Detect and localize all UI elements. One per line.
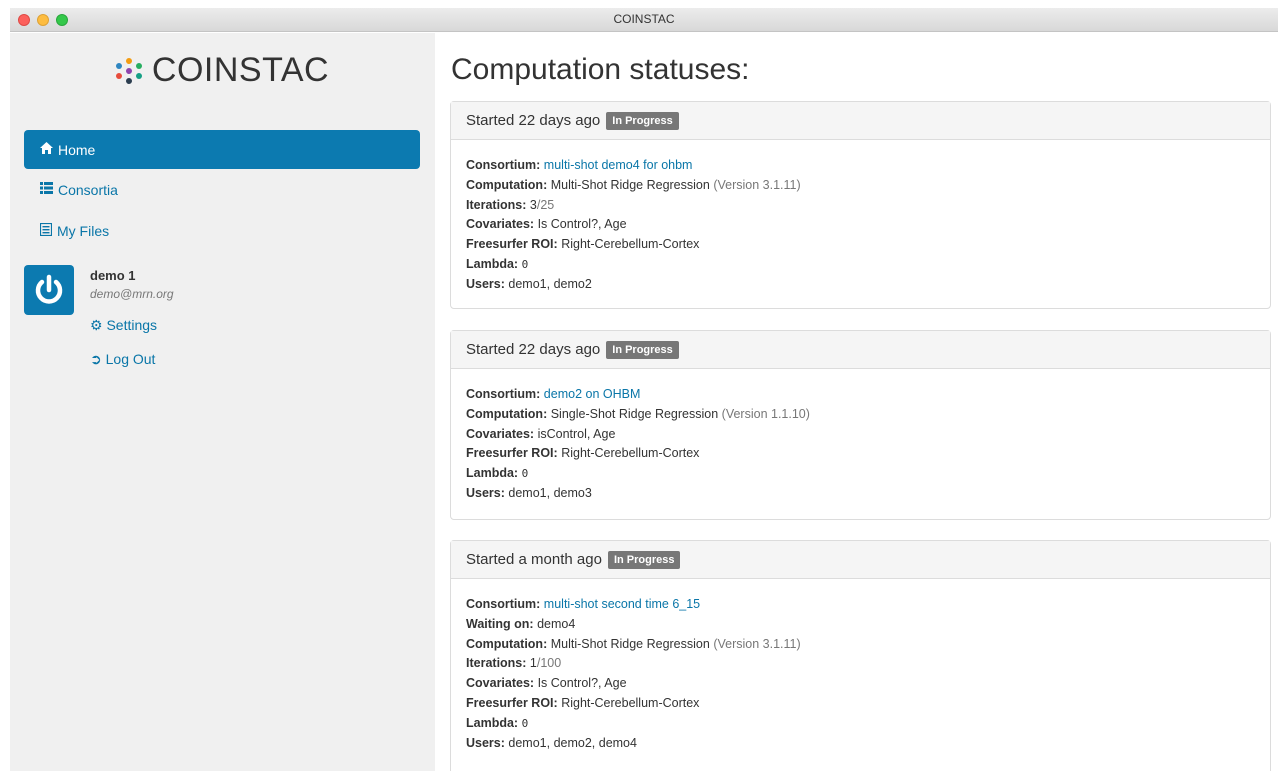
users-value: demo1, demo3 (508, 485, 592, 500)
files-icon (39, 222, 53, 239)
user-panel: demo 1 demo@mrn.org ⚙ Settings ➲ Log Out (24, 265, 424, 375)
computation-name: Multi-Shot Ridge Regression (550, 636, 710, 651)
user-email: demo@mrn.org (90, 287, 174, 301)
covariates-value: Is Control?, Age (537, 676, 627, 691)
consortium-link[interactable]: multi-shot demo4 for ohbm (544, 158, 693, 172)
roi-value: Right-Cerebellum-Cortex (561, 695, 700, 710)
field-label: Lambda: (466, 715, 519, 730)
iterations-done: 3 (529, 197, 537, 212)
field-label: Freesurfer ROI: (466, 446, 558, 461)
field-label: Users: (466, 735, 505, 750)
field-label: Iterations: (466, 197, 527, 212)
computation-name: Multi-Shot Ridge Regression (550, 177, 710, 192)
waiting-on-value: demo4 (537, 616, 576, 631)
field-label: Lambda: (466, 256, 519, 271)
field-label: Consortium: (466, 387, 541, 401)
status-badge: In Progress (606, 340, 679, 359)
gear-icon: ⚙ (90, 317, 103, 333)
computation-name: Single-Shot Ridge Regression (550, 406, 719, 421)
computation-version: (Version 3.1.11) (713, 636, 801, 651)
field-label: Users: (466, 276, 505, 291)
logout-icon: ➲ (90, 351, 102, 367)
computation-card: Started 22 days ago In Progress Consorti… (450, 101, 1271, 309)
lambda-value: 0 (521, 716, 529, 730)
logout-label: Log Out (105, 351, 156, 367)
covariates-value: isControl, Age (537, 426, 616, 441)
nav-item-consortia[interactable]: Consortia (24, 170, 420, 209)
brand: COINSTAC (10, 51, 435, 90)
power-icon (35, 274, 63, 304)
settings-label: Settings (106, 317, 158, 333)
field-label: Lambda: (466, 466, 519, 481)
settings-link[interactable]: ⚙ Settings (90, 317, 157, 334)
computation-card: Started a month ago In Progress Consorti… (450, 540, 1271, 771)
started-time: Started 22 days ago (466, 341, 601, 358)
list-icon (40, 182, 53, 197)
field-label: Consortium: (466, 158, 541, 172)
iterations-total: /25 (536, 197, 555, 212)
title-bar: COINSTAC (10, 8, 1278, 32)
field-label: Freesurfer ROI: (466, 237, 558, 252)
card-body: Consortium: demo2 on OHBM Computation: S… (451, 369, 1270, 504)
nav-item-my-files[interactable]: My Files (24, 211, 420, 250)
field-label: Iterations: (466, 656, 527, 671)
nav-item-label: Consortia (58, 181, 118, 198)
field-label: Covariates: (466, 676, 535, 691)
card-body: Consortium: multi-shot demo4 for ohbm Co… (451, 140, 1270, 295)
computation-version: (Version 1.1.10) (721, 406, 810, 421)
field-label: Covariates: (466, 426, 535, 441)
computation-card: Started 22 days ago In Progress Consorti… (450, 330, 1271, 520)
coinstac-logo-icon (115, 57, 142, 84)
nav-item-label: Home (58, 141, 96, 158)
users-value: demo1, demo2, demo4 (508, 735, 637, 750)
field-label: Computation: (466, 636, 548, 651)
status-badge: In Progress (607, 550, 681, 569)
consortium-link[interactable]: demo2 on OHBM (544, 387, 641, 401)
card-header: Started a month ago In Progress (451, 541, 1270, 579)
user-name: demo 1 (90, 268, 136, 283)
field-label: Computation: (466, 177, 548, 192)
covariates-value: Is Control?, Age (537, 217, 627, 232)
card-header: Started 22 days ago In Progress (451, 102, 1270, 140)
field-label: Users: (466, 485, 505, 500)
main-content: Computation statuses: Started 22 days ag… (435, 33, 1278, 771)
computation-version: (Version 3.1.11) (713, 177, 801, 192)
card-body: Consortium: multi-shot second time 6_15 … (451, 579, 1270, 753)
field-label: Consortium: (466, 597, 541, 611)
lambda-value: 0 (521, 467, 529, 481)
window-title: COINSTAC (613, 12, 675, 26)
logout-link[interactable]: ➲ Log Out (90, 351, 155, 368)
status-badge: In Progress (606, 111, 679, 130)
started-time: Started a month ago (466, 551, 602, 568)
page-title: Computation statuses: (451, 53, 750, 86)
nav-item-label: My Files (57, 222, 110, 239)
consortium-link[interactable]: multi-shot second time 6_15 (544, 597, 700, 611)
nav-item-home[interactable]: Home (24, 130, 420, 169)
iterations-done: 1 (529, 656, 537, 671)
iterations-total: /100 (536, 656, 562, 671)
field-label: Covariates: (466, 217, 535, 232)
started-time: Started 22 days ago (466, 112, 601, 129)
users-value: demo1, demo2 (508, 276, 592, 291)
lambda-value: 0 (521, 257, 529, 271)
sidebar: COINSTAC Home Consortia My Files demo 1 … (10, 33, 435, 771)
card-header: Started 22 days ago In Progress (451, 331, 1270, 369)
field-label: Computation: (466, 406, 548, 421)
roi-value: Right-Cerebellum-Cortex (561, 237, 700, 252)
field-label: Waiting on: (466, 616, 534, 631)
app-window: COINSTAC COINSTAC Home Consortia My File… (10, 8, 1278, 771)
brand-name: COINSTAC (151, 51, 330, 89)
avatar (24, 265, 74, 315)
field-label: Freesurfer ROI: (466, 695, 558, 710)
roi-value: Right-Cerebellum-Cortex (561, 446, 700, 461)
home-icon (40, 142, 53, 157)
